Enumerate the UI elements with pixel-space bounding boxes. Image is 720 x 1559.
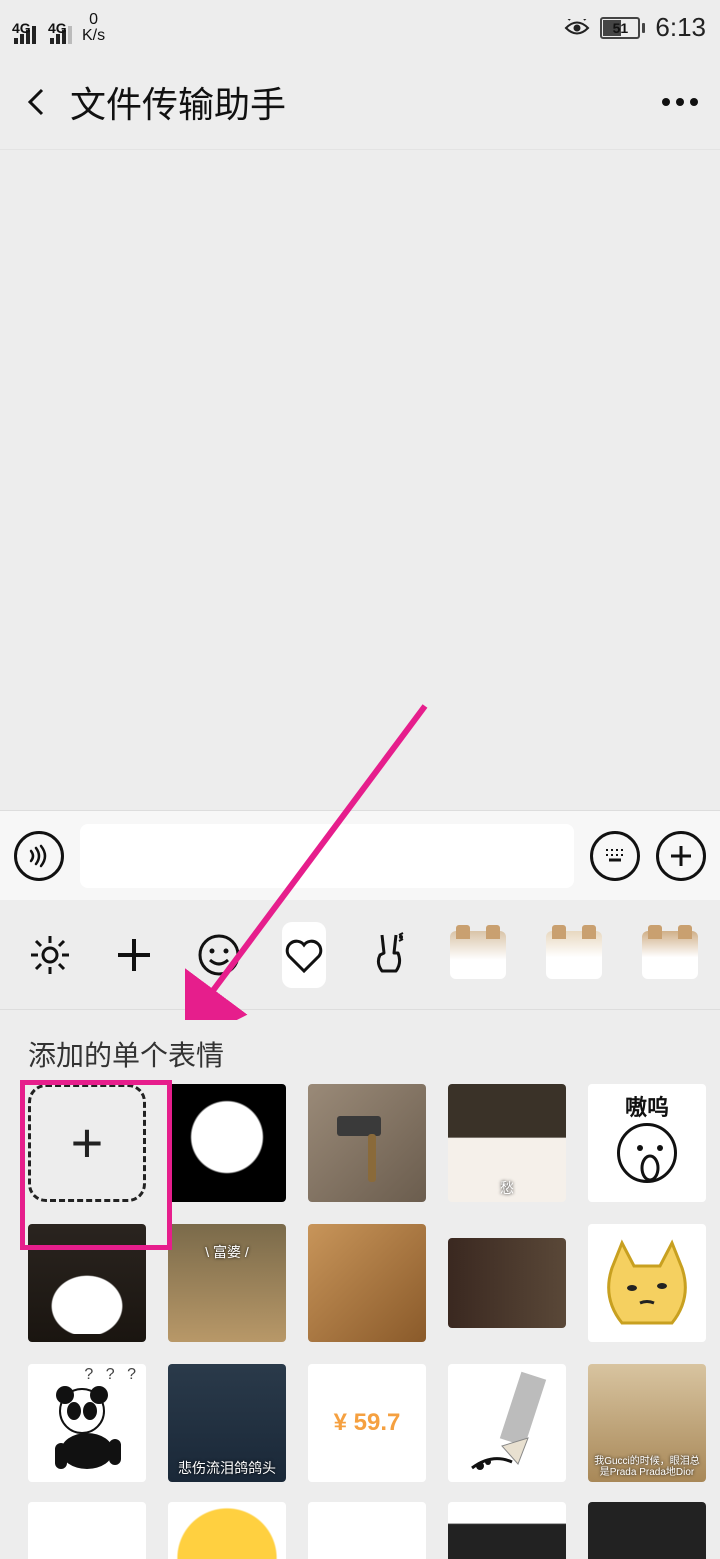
sticker-item[interactable] xyxy=(28,1502,146,1559)
status-right: 51 6:13 xyxy=(564,12,706,43)
sticker-caption: ? ? ? xyxy=(84,1366,140,1384)
chat-messages-area[interactable] xyxy=(0,150,720,810)
sticker-item[interactable]: 愁 xyxy=(448,1084,566,1202)
sticker-item[interactable] xyxy=(588,1224,706,1342)
sticker-tabs xyxy=(0,900,720,1010)
battery-level: 51 xyxy=(602,20,638,36)
keyboard-icon xyxy=(601,842,629,870)
sticker-item[interactable]: 悲伤流泪鸽鸽头 xyxy=(168,1364,286,1482)
plus-icon xyxy=(667,842,695,870)
visibility-icon xyxy=(564,19,590,37)
sticker-item[interactable] xyxy=(308,1084,426,1202)
sticker-caption: \ 富婆 / xyxy=(168,1242,286,1262)
sticker-settings-tab[interactable] xyxy=(28,922,72,988)
sticker-caption: 嗷呜 xyxy=(588,1090,706,1122)
chat-header: 文件传输助手 xyxy=(0,55,720,150)
sticker-item[interactable] xyxy=(448,1502,566,1559)
message-input-bar xyxy=(0,810,720,900)
sticker-item[interactable]: \ 富婆 / xyxy=(168,1224,286,1342)
sticker-item[interactable]: ? ? ? xyxy=(28,1364,146,1482)
sticker-caption: 愁 xyxy=(448,1178,566,1198)
voice-input-button[interactable] xyxy=(14,831,64,881)
sticker-item[interactable] xyxy=(448,1364,566,1482)
saved-stickers-header: 添加的单个表情 xyxy=(0,1010,720,1084)
sticker-item[interactable]: 我Gucci的时候，眼泪总是Prada Prada地Dior xyxy=(588,1364,706,1482)
add-custom-sticker-button[interactable]: + xyxy=(28,1084,146,1202)
sticker-item[interactable] xyxy=(588,1502,706,1559)
heart-icon xyxy=(282,933,326,977)
chat-title: 文件传输助手 xyxy=(70,76,662,128)
sticker-pack-cat3-tab[interactable] xyxy=(642,922,698,988)
sticker-item[interactable] xyxy=(28,1224,146,1342)
sticker-item[interactable] xyxy=(308,1224,426,1342)
default-emoji-tab[interactable] xyxy=(196,922,242,988)
sticker-pack-cat1-tab[interactable] xyxy=(450,922,506,988)
plus-icon xyxy=(112,933,156,977)
sticker-caption: 我Gucci的时候，眼泪总是Prada Prada地Dior xyxy=(588,1456,706,1478)
hammer-icon xyxy=(322,1098,412,1188)
network-speed: 0 K/s xyxy=(82,12,105,44)
sticker-item[interactable] xyxy=(448,1238,566,1328)
keyboard-button[interactable] xyxy=(590,831,640,881)
sticker-item[interactable] xyxy=(308,1502,426,1559)
signal-1: 4G xyxy=(14,26,36,44)
favorites-tab[interactable] xyxy=(282,922,326,988)
status-left: 4G 4G 0 K/s xyxy=(14,12,105,44)
signal-2-label: 4G xyxy=(48,20,67,36)
more-button[interactable] xyxy=(662,98,698,106)
sticker-item[interactable]: ¥ 59.7 xyxy=(308,1364,426,1482)
smiley-icon xyxy=(196,932,242,978)
sticker-item[interactable] xyxy=(168,1084,286,1202)
speed-unit: K/s xyxy=(82,28,105,44)
speed-num: 0 xyxy=(82,12,105,28)
gear-icon xyxy=(28,933,72,977)
battery-indicator: 51 xyxy=(600,17,645,39)
sticker-caption: ¥ 59.7 xyxy=(334,1409,401,1437)
message-input[interactable] xyxy=(80,824,574,888)
signal-2: 4G xyxy=(50,26,72,44)
clock: 6:13 xyxy=(655,12,706,43)
back-button[interactable] xyxy=(22,87,52,117)
sound-wave-icon xyxy=(26,843,52,869)
sticker-item[interactable] xyxy=(168,1502,286,1559)
peace-hand-icon xyxy=(366,929,410,981)
sticker-caption: 悲伤流泪鸽鸽头 xyxy=(168,1458,286,1478)
plus-icon: + xyxy=(71,1115,104,1171)
sticker-pack-cat2-tab[interactable] xyxy=(546,922,602,988)
saved-stickers-grid-row4 xyxy=(0,1502,720,1559)
status-bar: 4G 4G 0 K/s 51 6:13 xyxy=(0,0,720,55)
sticker-item[interactable]: 嗷呜 xyxy=(588,1084,706,1202)
signal-1-label: 4G xyxy=(12,20,31,36)
add-sticker-pack-tab[interactable] xyxy=(112,922,156,988)
sticker-pack-peace-tab[interactable] xyxy=(366,922,410,988)
saved-stickers-grid: + 愁 嗷呜 \ 富婆 / ? ? ? 悲伤流泪鸽鸽头 ¥ 59.7 我Gucc… xyxy=(0,1084,720,1502)
attachment-button[interactable] xyxy=(656,831,706,881)
